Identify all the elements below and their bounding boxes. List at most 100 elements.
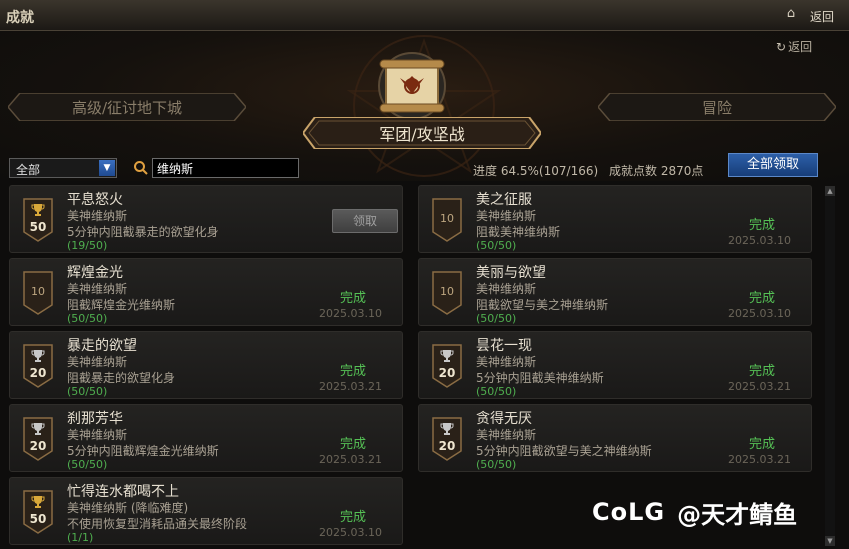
completion-date: 2025.03.21 bbox=[319, 453, 382, 466]
achievement-dungeon: 美神维纳斯 bbox=[476, 428, 537, 442]
status-complete: 完成 bbox=[748, 364, 775, 379]
tab-adventure-label: 冒险 bbox=[701, 98, 732, 117]
achievement-dungeon: 美神维纳斯 bbox=[67, 209, 128, 223]
achievement-card: 50 平息怒火 美神维纳斯 5分钟内阻截暴走的欲望化身 (19/50) 领取 bbox=[9, 185, 403, 253]
achievement-description: 阻截暴走的欲望化身 bbox=[67, 371, 176, 385]
completion-date: 2025.03.10 bbox=[319, 307, 382, 320]
window-title: 成就 bbox=[6, 10, 34, 26]
status-complete: 完成 bbox=[748, 218, 775, 233]
tab-legion-raid[interactable]: 军团/攻坚战 bbox=[303, 117, 541, 149]
completion-date: 2025.03.21 bbox=[319, 380, 382, 393]
tab-advanced-dungeon-label: 高级/征讨地下城 bbox=[71, 98, 183, 117]
achievement-progress: (19/50) bbox=[67, 239, 108, 252]
achievement-progress: (1/1) bbox=[67, 531, 94, 544]
trophy-icon bbox=[31, 204, 45, 216]
achievement-name: 平息怒火 bbox=[67, 192, 123, 208]
trophy-icon bbox=[31, 350, 45, 362]
achievement-description: 5分钟内阻截美神维纳斯 bbox=[476, 371, 604, 385]
back-arrow-icon: ↻ bbox=[776, 40, 787, 54]
points-badge: 20 bbox=[432, 417, 462, 461]
achievement-card: 20 贪得无厌 美神维纳斯 5分钟内阻截欲望与美之神维纳斯 (50/50) 完成 2025.… bbox=[418, 404, 812, 472]
achievement-description: 5分钟内阻截辉煌金光维纳斯 bbox=[67, 444, 219, 458]
status-complete: 完成 bbox=[339, 510, 366, 525]
achievement-card: 50 忙得连水都喝不上 美神维纳斯 (降临难度) 不使用恢复型消耗品通关最终阶段 (1/… bbox=[9, 477, 403, 545]
claim-button[interactable]: 领取 bbox=[332, 209, 398, 233]
tab-adventure[interactable]: 冒险 bbox=[598, 93, 836, 121]
status-complete: 完成 bbox=[339, 291, 366, 306]
achievement-dungeon: 美神维纳斯 bbox=[67, 282, 128, 296]
achievement-name: 昙花一现 bbox=[476, 338, 532, 354]
achievement-card: 10 美之征服 美神维纳斯阻截美神维纳斯 (50/50) 完成 2025.03.10 bbox=[418, 185, 812, 253]
achievement-description: 不使用恢复型消耗品通关最终阶段 bbox=[67, 517, 248, 531]
completion-date: 2025.03.10 bbox=[728, 234, 791, 247]
status-complete: 完成 bbox=[339, 364, 366, 379]
points-badge: 10 bbox=[23, 271, 53, 315]
completion-date: 2025.03.21 bbox=[728, 380, 791, 393]
achievement-progress: (50/50) bbox=[67, 312, 108, 325]
achievement-progress: (50/50) bbox=[476, 239, 517, 252]
claim-all-button[interactable]: 全部领取 bbox=[728, 153, 818, 177]
achievement-card: 10 美丽与欲望 美神维纳斯 阻截欲望与美之神维纳斯 (50/50) 完成 2025.03.… bbox=[418, 258, 812, 326]
achievement-progress: (50/50) bbox=[476, 458, 517, 471]
achievement-name: 辉煌金光 bbox=[67, 265, 123, 281]
trophy-icon bbox=[31, 423, 45, 435]
achievement-dungeon: 美神维纳斯 bbox=[476, 209, 537, 223]
scroll-down-icon[interactable]: ▼ bbox=[825, 536, 835, 546]
back-link[interactable]: ↻ 返回 bbox=[776, 38, 812, 55]
completion-date: 2025.03.10 bbox=[319, 526, 382, 539]
achievement-card: 20 刹那芳华 美神维纳斯 5分钟内阻截辉煌金光维纳斯 (50/50) 完成 2025.03… bbox=[9, 404, 403, 472]
achievement-progress: (50/50) bbox=[67, 385, 108, 398]
category-select[interactable]: 全部 ▼ bbox=[9, 158, 117, 178]
badge-points: 20 bbox=[29, 439, 47, 453]
back-button[interactable]: 返回 bbox=[810, 8, 834, 25]
progress-text: 进度 64.5%(107/166) bbox=[473, 164, 599, 178]
scroll-up-icon[interactable]: ▲ bbox=[825, 186, 835, 196]
points-badge: 50 bbox=[23, 198, 53, 242]
badge-points: 50 bbox=[29, 512, 47, 526]
badge-points: 10 bbox=[440, 212, 454, 225]
achievement-progress: (50/50) bbox=[476, 385, 517, 398]
achievement-description: 阻截欲望与美之神维纳斯 bbox=[476, 298, 609, 312]
watermark: CoLG @天才鲭鱼 bbox=[592, 495, 797, 529]
achievement-description: 阻截辉煌金光维纳斯 bbox=[67, 298, 176, 312]
search-input[interactable] bbox=[152, 158, 299, 178]
scrollbar[interactable]: ▲ ▼ bbox=[825, 186, 835, 546]
achievement-name: 美之征服 bbox=[476, 192, 532, 208]
achievement-description: 5分钟内阻截欲望与美之神维纳斯 bbox=[476, 444, 652, 458]
achievement-points: 成就点数 2870点 bbox=[609, 164, 704, 178]
achievement-description: 阻截美神维纳斯 bbox=[476, 225, 561, 239]
tab-advanced-dungeon[interactable]: 高级/征讨地下城 bbox=[8, 93, 246, 121]
completion-date: 2025.03.10 bbox=[728, 307, 791, 320]
status-complete: 完成 bbox=[339, 437, 366, 452]
points-badge: 20 bbox=[23, 417, 53, 461]
achievement-card: 20 暴走的欲望 美神维纳斯 阻截暴走的欲望化身 (50/50) 完成 2025.03.21 bbox=[9, 331, 403, 399]
achievement-card: 20 昙花一现 美神维纳斯 5分钟内阻截美神维纳斯 (50/50) 完成 2025.03.2… bbox=[418, 331, 812, 399]
badge-points: 20 bbox=[438, 439, 456, 453]
achievement-dungeon: 美神维纳斯 bbox=[67, 428, 128, 442]
trophy-icon bbox=[440, 350, 454, 362]
badge-points: 50 bbox=[29, 220, 47, 234]
achievement-description: 5分钟内阻截暴走的欲望化身 bbox=[67, 225, 219, 239]
points-badge: 20 bbox=[23, 344, 53, 388]
home-icon[interactable]: ⌂ bbox=[784, 7, 798, 21]
tab-legion-raid-label: 军团/攻坚战 bbox=[379, 125, 465, 144]
achievement-dungeon: 美神维纳斯 bbox=[67, 355, 128, 369]
scroll-emblem-icon bbox=[372, 52, 452, 120]
achievement-name: 刹那芳华 bbox=[67, 411, 123, 427]
status-complete: 完成 bbox=[748, 437, 775, 452]
watermark-text: @天才鲭鱼 bbox=[677, 500, 798, 529]
achievement-name: 美丽与欲望 bbox=[476, 265, 546, 281]
badge-points: 20 bbox=[29, 366, 47, 380]
title-bar: 成就 ⌂ 返回 bbox=[0, 0, 849, 31]
achievement-dungeon: 美神维纳斯 bbox=[476, 355, 537, 369]
points-badge: 10 bbox=[432, 271, 462, 315]
trophy-icon bbox=[440, 423, 454, 435]
badge-points: 10 bbox=[440, 285, 454, 298]
search-icon bbox=[134, 161, 148, 175]
badge-points: 10 bbox=[31, 285, 45, 298]
chevron-down-icon[interactable]: ▼ bbox=[99, 160, 115, 176]
achievement-dungeon: 美神维纳斯 bbox=[476, 282, 537, 296]
points-badge: 50 bbox=[23, 490, 53, 534]
badge-points: 20 bbox=[438, 366, 456, 380]
completion-date: 2025.03.21 bbox=[728, 453, 791, 466]
